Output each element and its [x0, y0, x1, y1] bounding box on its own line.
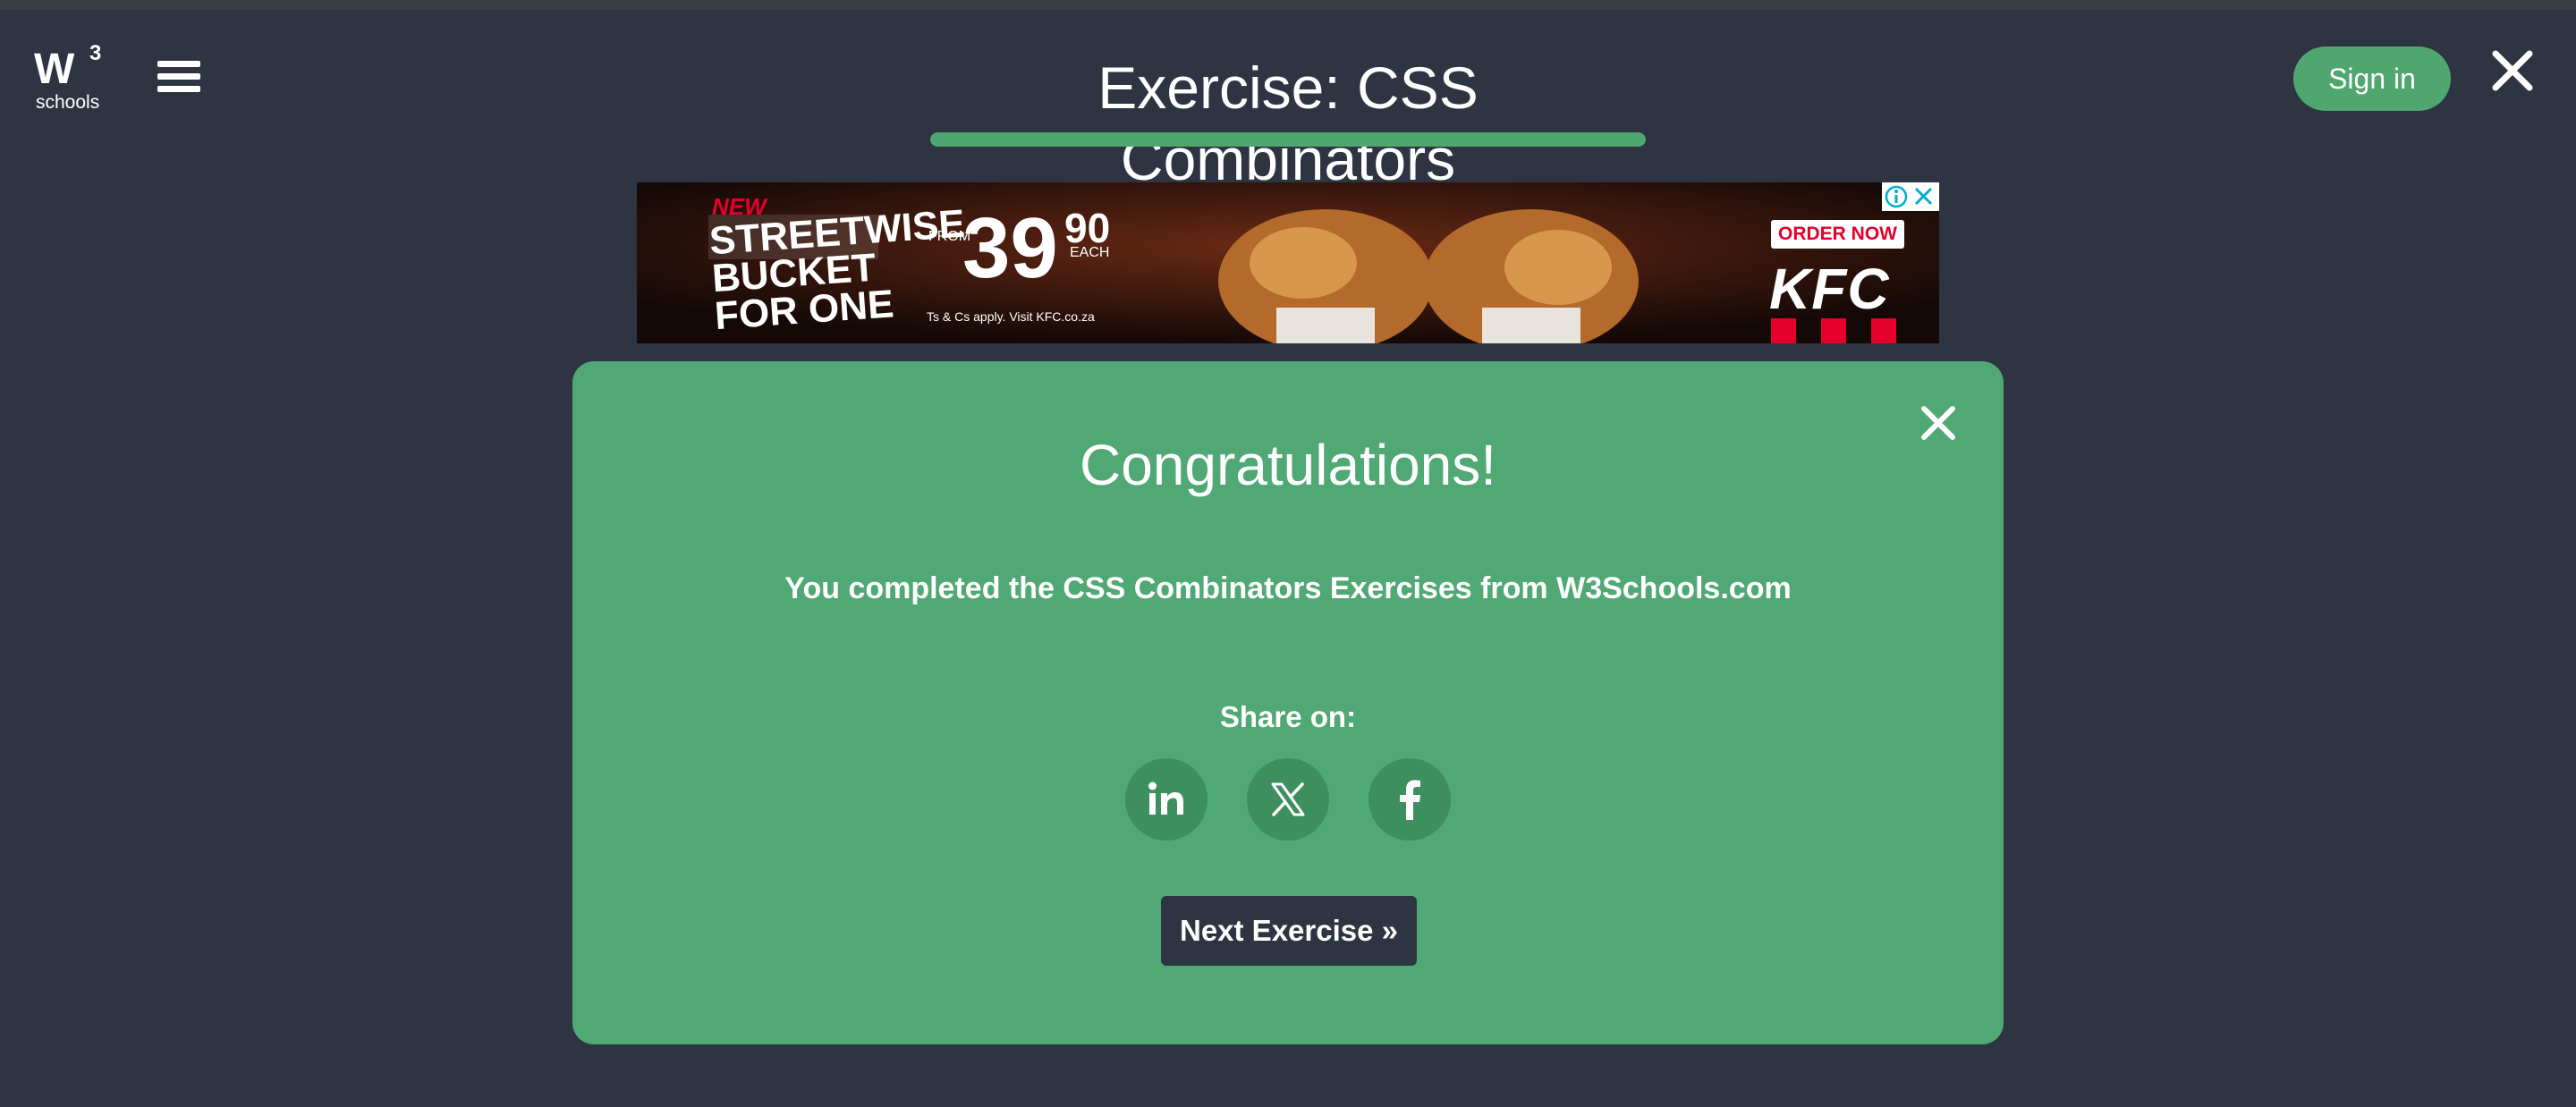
advertisement-banner[interactable]: NEW STREETWISE BUCKET FOR ONE FROM 39 90…	[637, 182, 1939, 343]
ad-order-now-button[interactable]: ORDER NOW	[1771, 220, 1904, 249]
next-exercise-button[interactable]: Next Exercise »	[1161, 896, 1417, 966]
close-icon[interactable]	[2488, 46, 2537, 95]
exercise-progress-bar	[930, 132, 1646, 147]
page-title: Exercise: CSS Combinators	[1097, 55, 1479, 192]
ad-brand-logo: KFC	[1769, 257, 1890, 321]
ad-close-icon	[1914, 187, 1933, 206]
logo-superscript: 3	[89, 41, 102, 65]
modal-title: Congratulations!	[1079, 433, 1497, 497]
ad-brand-stripes	[1771, 318, 1896, 343]
menu-icon[interactable]	[157, 61, 200, 98]
linkedin-icon	[1148, 782, 1183, 815]
ad-each-label: EACH	[1070, 245, 1110, 260]
share-linkedin-button[interactable]	[1125, 758, 1208, 841]
ad-terms: Ts & Cs apply. Visit KFC.co.za	[927, 309, 1095, 324]
logo-subtitle: schools	[36, 92, 100, 113]
w3schools-logo[interactable]: W 3 schools	[34, 41, 109, 114]
share-label: Share on:	[1219, 700, 1357, 733]
ad-headline: STREETWISE BUCKET FOR ONE	[708, 201, 967, 339]
congratulations-modal: Congratulations! You completed the CSS C…	[572, 361, 2004, 1044]
progress-fill	[930, 132, 1646, 147]
ad-choices[interactable]	[1882, 182, 1939, 211]
completion-message: You completed the CSS Combinators Exerci…	[784, 571, 1792, 605]
share-facebook-button[interactable]	[1368, 758, 1451, 841]
x-icon	[1271, 782, 1305, 816]
share-x-button[interactable]	[1247, 758, 1329, 841]
ad-price: 39	[962, 200, 1058, 296]
facebook-icon	[1400, 780, 1420, 820]
browser-top-strip	[0, 0, 2576, 10]
sign-in-button[interactable]: Sign in	[2293, 46, 2451, 111]
logo-mark: W	[34, 46, 74, 93]
